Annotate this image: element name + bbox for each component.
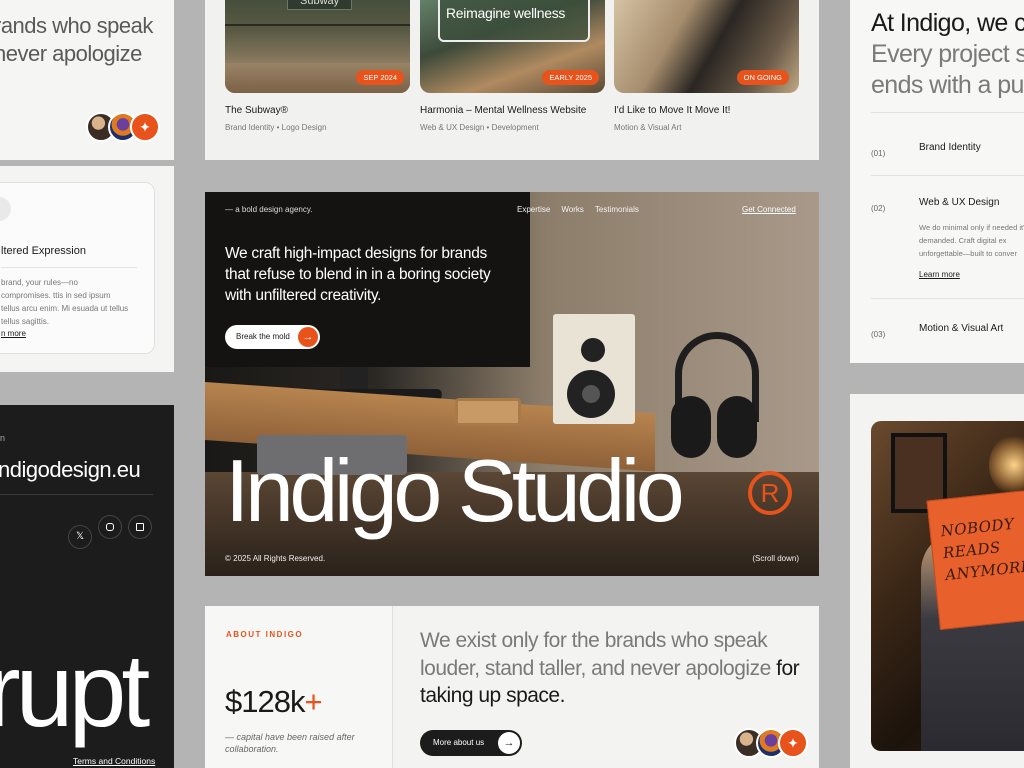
break-the-mold-button[interactable]: Break the mold → bbox=[225, 325, 320, 349]
divider bbox=[0, 494, 153, 495]
hero-copyright: © 2025 All Rights Reserved. bbox=[225, 554, 326, 563]
left-top-heading: rands who speak never apologize bbox=[0, 13, 153, 66]
brand-wordmark: Indigo Studio bbox=[225, 441, 685, 540]
registered-icon: R bbox=[748, 471, 792, 515]
work-date-badge: EARLY 2025 bbox=[542, 70, 599, 85]
about-label: ABOUT INDIGO bbox=[226, 630, 304, 639]
hero-card: — a bold design agency. Expertise Works Te… bbox=[205, 192, 819, 576]
service-row-brand-identity[interactable]: (01) Brand Identity bbox=[871, 142, 1024, 161]
service-body: brand, your rules—no compromises. ttis i… bbox=[1, 278, 129, 326]
social-links: 𝕏 bbox=[68, 515, 152, 549]
learn-more-link[interactable]: Learn more bbox=[919, 270, 960, 279]
avatar-group: ✦ bbox=[734, 728, 808, 758]
nav-works[interactable]: Works bbox=[561, 205, 584, 214]
nav-expertise[interactable]: Expertise bbox=[517, 205, 550, 214]
headphones bbox=[671, 332, 767, 462]
contact-email[interactable]: ndigodesign.eu bbox=[0, 457, 141, 483]
divider bbox=[1, 267, 137, 268]
learn-more-link[interactable]: n more bbox=[1, 329, 26, 338]
arrow-right-icon: → bbox=[298, 327, 318, 347]
right-photo-card: NOBODY READS ANYMORE. bbox=[850, 394, 1024, 768]
work-tags: Brand Identity • Logo Design bbox=[225, 123, 327, 132]
linkedin-icon[interactable] bbox=[128, 515, 152, 539]
work-title[interactable]: I'd Like to Move It Move It! bbox=[614, 105, 730, 116]
nav-testimonials[interactable]: Testimonials bbox=[595, 205, 639, 214]
left-service-card: ltered Expression brand, your rules—no c… bbox=[0, 166, 174, 372]
service-inner-box: ltered Expression brand, your rules—no c… bbox=[0, 182, 155, 354]
lamp-glow bbox=[989, 435, 1024, 495]
nav-get-connected[interactable]: Get Connected bbox=[742, 205, 796, 214]
work-thumbnail-subway[interactable]: Subway SEP 2024 bbox=[225, 0, 410, 93]
book: NOBODY READS ANYMORE. bbox=[926, 490, 1024, 630]
hero-nav: Expertise Works Testimonials bbox=[517, 205, 639, 214]
divider bbox=[871, 112, 1024, 113]
about-card: ABOUT INDIGO $128k+ — capital have been … bbox=[205, 606, 819, 768]
arrow-right-icon: → bbox=[498, 732, 520, 754]
book-cover-text: NOBODY READS ANYMORE. bbox=[939, 514, 1024, 585]
hero-headline: We craft high-impact designs for brands … bbox=[225, 245, 491, 304]
work-title[interactable]: The Subway® bbox=[225, 105, 288, 116]
x-icon[interactable]: 𝕏 bbox=[68, 525, 92, 549]
contact-label: n bbox=[0, 433, 6, 443]
subway-sign: Subway bbox=[287, 0, 353, 10]
service-title: ltered Expression bbox=[1, 245, 86, 257]
about-stat: $128k+ bbox=[225, 684, 323, 719]
avatar-group: ✦ bbox=[86, 112, 160, 142]
work-date-badge: ON GOING bbox=[736, 70, 789, 85]
big-word: rupt bbox=[0, 633, 150, 749]
wood-tray bbox=[455, 398, 521, 426]
about-statement: We exist only for the brands who speak l… bbox=[420, 629, 800, 707]
wellness-screen: Reimagine wellness bbox=[438, 0, 590, 42]
service-icon bbox=[0, 197, 11, 221]
works-card: Subway SEP 2024 The Subway® Brand Identi… bbox=[205, 0, 819, 160]
work-date-badge: SEP 2024 bbox=[356, 70, 404, 85]
work-thumbnail-motion[interactable]: ON GOING bbox=[614, 0, 799, 93]
terms-link[interactable]: Terms and Conditions bbox=[73, 756, 155, 766]
divider bbox=[871, 175, 1024, 176]
reading-photo: NOBODY READS ANYMORE. bbox=[871, 421, 1024, 751]
scroll-down-hint[interactable]: (Scroll down) bbox=[752, 554, 799, 563]
wellness-headline: Reimagine wellness bbox=[446, 5, 566, 21]
work-thumbnail-harmonia[interactable]: Reimagine wellness EARLY 2025 bbox=[420, 0, 605, 93]
speaker bbox=[553, 314, 635, 424]
work-tags: Motion & Visual Art bbox=[614, 123, 682, 132]
hero-tagline: — a bold design agency. bbox=[225, 205, 313, 214]
services-heading: At Indigo, we c Every project s ends wit… bbox=[871, 9, 1024, 99]
right-services-card: At Indigo, we c Every project s ends wit… bbox=[850, 0, 1024, 363]
service-row-motion[interactable]: (03) Motion & Visual Art bbox=[871, 323, 1024, 342]
work-tags: Web & UX Design • Development bbox=[420, 123, 539, 132]
divider bbox=[871, 298, 1024, 299]
work-title[interactable]: Harmonia – Mental Wellness Website bbox=[420, 105, 586, 116]
sparkle-icon: ✦ bbox=[778, 728, 808, 758]
left-top-card: rands who speak never apologize ✦ bbox=[0, 0, 174, 160]
service-body: We do minimal only if needed it's demand… bbox=[919, 223, 1024, 258]
instagram-icon[interactable] bbox=[98, 515, 122, 539]
more-about-us-button[interactable]: More about us → bbox=[420, 730, 522, 756]
sparkle-icon: ✦ bbox=[130, 112, 160, 142]
service-row-web-ux[interactable]: (02) Web & UX Design bbox=[871, 197, 1024, 216]
left-footer-card: n ndigodesign.eu 𝕏 rupt Terms and Condit… bbox=[0, 405, 174, 768]
about-stat-caption: — capital have been raised after collabo… bbox=[225, 732, 355, 754]
